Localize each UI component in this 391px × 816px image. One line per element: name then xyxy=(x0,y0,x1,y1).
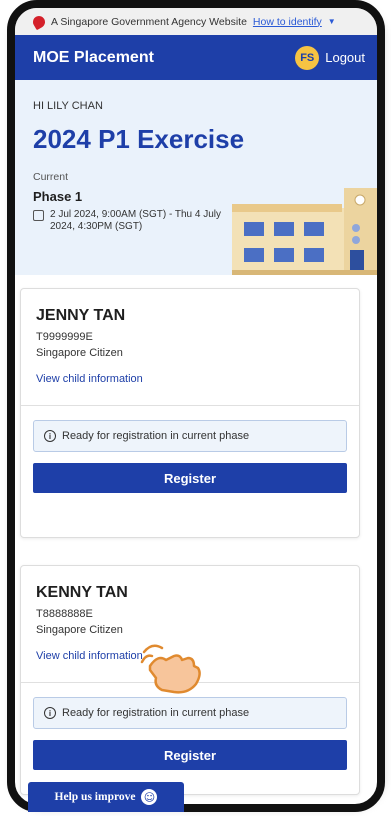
avatar[interactable]: FS xyxy=(295,45,320,70)
smiley-icon: ☺ xyxy=(141,789,158,805)
current-label: Current xyxy=(33,171,69,183)
gov-masthead: A Singapore Government Agency Website Ho… xyxy=(15,8,377,35)
child-id: T9999999E xyxy=(36,331,93,343)
child-status: Singapore Citizen xyxy=(36,624,123,636)
status-notice: i Ready for registration in current phas… xyxy=(33,420,347,452)
child-name: JENNY TAN xyxy=(36,307,126,324)
info-icon: i xyxy=(44,430,56,442)
brand-title[interactable]: MOE Placement xyxy=(33,49,154,67)
lion-head-icon xyxy=(30,13,48,30)
child-status: Singapore Citizen xyxy=(36,347,123,359)
chevron-down-icon[interactable]: ▼ xyxy=(328,17,336,26)
navbar: MOE Placement FS Logout xyxy=(15,35,377,80)
pointer-hand-icon xyxy=(140,644,201,694)
view-child-info-link[interactable]: View child information xyxy=(36,373,359,385)
child-id: T8888888E xyxy=(36,608,93,620)
hero-banner: HI LILY CHAN 2024 P1 Exercise Current Ph… xyxy=(15,80,377,275)
child-name: KENNY TAN xyxy=(36,584,128,601)
child-card: JENNY TAN T9999999E Singapore Citizen Vi… xyxy=(20,288,360,538)
help-us-improve-button[interactable]: Help us improve ☺ xyxy=(28,782,184,812)
logout-button[interactable]: Logout xyxy=(325,50,365,65)
info-icon: i xyxy=(44,707,56,719)
register-button[interactable]: Register xyxy=(33,463,347,493)
notice-text: Ready for registration in current phase xyxy=(62,430,250,442)
help-label: Help us improve xyxy=(54,791,136,803)
masthead-text: A Singapore Government Agency Website xyxy=(51,15,247,28)
user-menu: FS Logout xyxy=(295,45,365,70)
phase-dates-text: 2 Jul 2024, 9:00AM (SGT) - Thu 4 July 20… xyxy=(50,209,222,232)
calendar-icon xyxy=(33,210,44,221)
register-button[interactable]: Register xyxy=(33,740,347,770)
divider xyxy=(21,405,359,406)
how-to-identify-link[interactable]: How to identify xyxy=(253,16,322,28)
status-notice: i Ready for registration in current phas… xyxy=(33,697,347,729)
phase-dates: 2 Jul 2024, 9:00AM (SGT) - Thu 4 July 20… xyxy=(33,209,243,233)
page-title: 2024 P1 Exercise xyxy=(33,124,245,154)
school-building-illustration xyxy=(232,188,377,275)
greeting: HI LILY CHAN xyxy=(33,100,103,112)
notice-text: Ready for registration in current phase xyxy=(62,707,250,719)
